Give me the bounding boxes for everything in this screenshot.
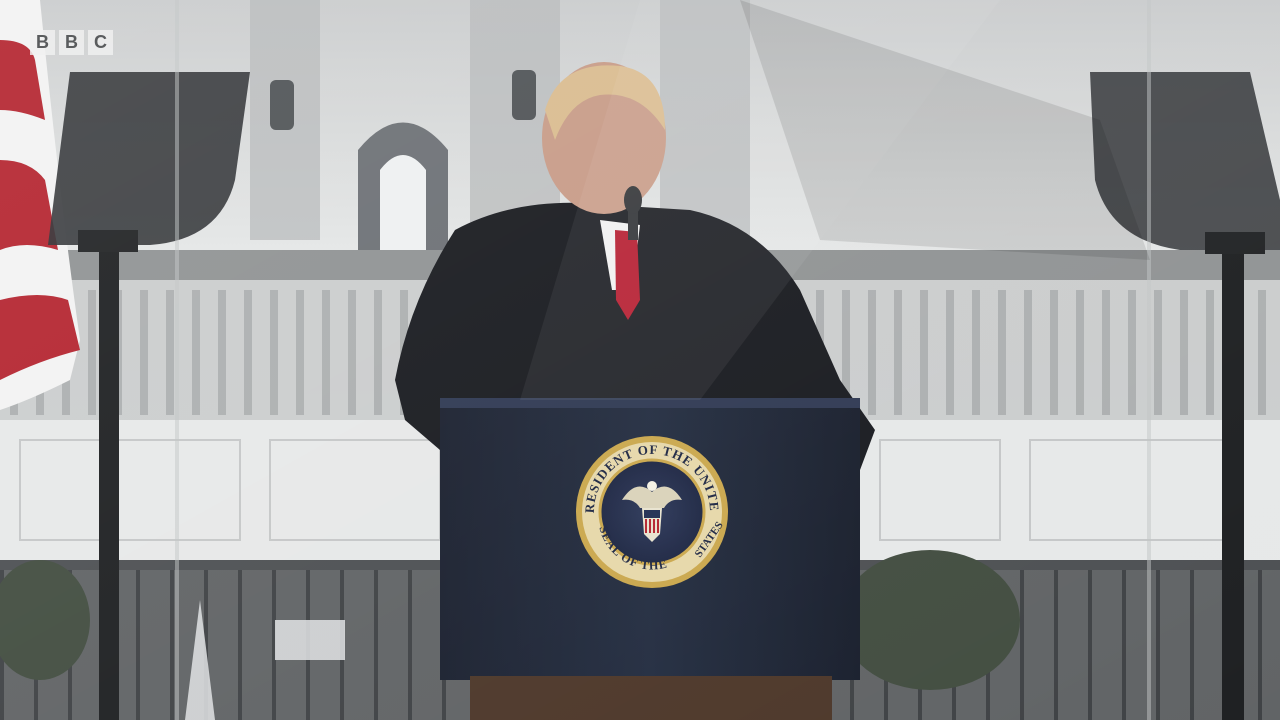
logo-letter-c: C [88, 30, 113, 55]
press-scene: PRESIDENT OF THE UNITED SEAL OF THE STAT… [0, 0, 1280, 720]
video-frame: PRESIDENT OF THE UNITED SEAL OF THE STAT… [0, 0, 1280, 720]
logo-letter-b1: B [30, 30, 55, 55]
logo-letter-b2: B [59, 30, 84, 55]
bbc-logo: B B C [30, 30, 113, 55]
